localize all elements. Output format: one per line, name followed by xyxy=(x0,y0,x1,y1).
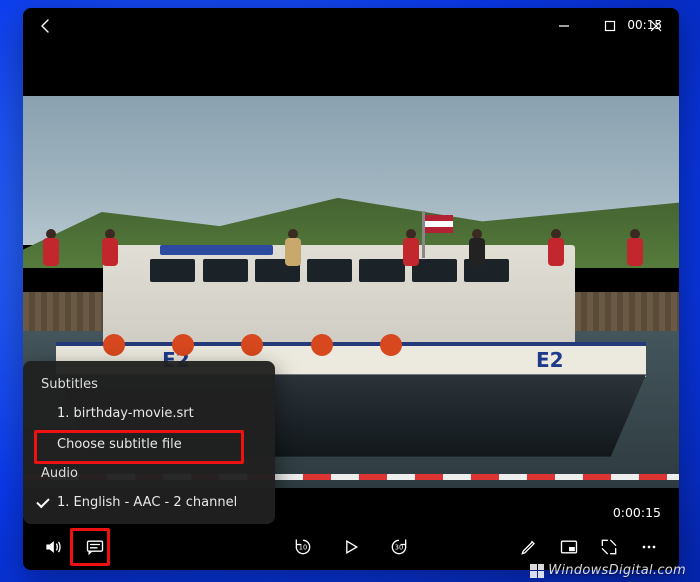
fullscreen-button[interactable] xyxy=(589,527,629,567)
subtitle-file-item[interactable]: 1. birthday-movie.srt xyxy=(23,398,275,429)
watermark-text: WindowsDigital.com xyxy=(548,563,686,578)
svg-text:10: 10 xyxy=(299,544,307,552)
play-button[interactable] xyxy=(331,527,371,567)
back-button[interactable] xyxy=(23,8,69,44)
windows-logo-icon xyxy=(530,564,544,578)
video-duration: 00:15 xyxy=(622,17,667,33)
minimize-button[interactable] xyxy=(541,8,587,44)
video-area[interactable]: E2 E2 Subtitles 1. birthda xyxy=(23,44,679,570)
subtitles-heading: Subtitles xyxy=(23,371,275,398)
titlebar: 00:15 xyxy=(23,8,679,44)
volume-button[interactable] xyxy=(33,527,73,567)
mini-player-button[interactable] xyxy=(549,527,589,567)
skip-back-button[interactable]: 10 xyxy=(283,527,323,567)
choose-subtitle-file-item[interactable]: Choose subtitle file xyxy=(23,429,275,460)
edit-button[interactable] xyxy=(509,527,549,567)
subtitles-button[interactable] xyxy=(75,527,115,567)
more-options-button[interactable] xyxy=(629,527,669,567)
desktop-background: 00:15 xyxy=(0,0,700,582)
subtitle-audio-menu: Subtitles 1. birthday-movie.srt Choose s… xyxy=(23,361,275,524)
watermark: WindowsDigital.com xyxy=(530,563,686,578)
flag-icon xyxy=(422,211,425,258)
audio-track-item[interactable]: 1. English - AAC - 2 channel xyxy=(23,487,275,518)
media-player-window: 00:15 xyxy=(23,8,679,570)
svg-text:30: 30 xyxy=(395,544,403,552)
skip-forward-button[interactable]: 30 xyxy=(379,527,419,567)
current-time-label: 0:00:15 xyxy=(613,505,661,520)
audio-heading: Audio xyxy=(23,460,275,487)
